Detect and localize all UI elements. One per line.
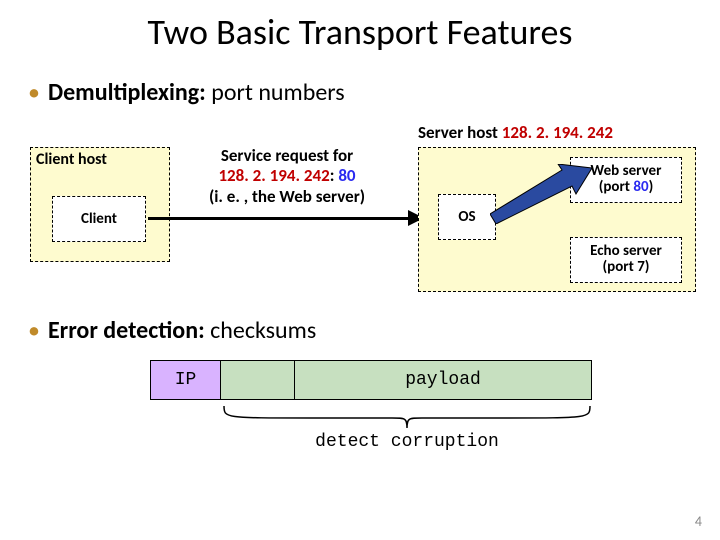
bullet-dot-icon: • [28, 316, 40, 345]
arrow-client-to-os-icon [148, 217, 422, 220]
echo-server-box: Echo server (port 7) [570, 237, 682, 283]
bullet-demux-tail: port numbers [206, 78, 345, 107]
slide-title: Two Basic Transport Features [0, 10, 720, 54]
service-request-text: Service request for 128. 2. 194. 242: 80… [182, 146, 392, 207]
packet-header-cell [221, 361, 295, 399]
bullet-error-lead: Error detection: [48, 316, 205, 345]
web-server-port: (port 80) [599, 180, 654, 196]
server-host-label: Server host 128. 2. 194. 242 [418, 122, 613, 143]
svc-line1: Service request for [221, 145, 353, 166]
svc-line3: (i. e. , the Web server) [209, 186, 365, 207]
bullet-demux: • Demultiplexing: port numbers [28, 78, 345, 107]
slide: Two Basic Transport Features • Demultiple… [0, 0, 720, 540]
packet-ip-cell: IP [151, 361, 221, 399]
packet-payload-cell: payload [295, 361, 591, 399]
bullet-demux-lead: Demultiplexing: [48, 78, 206, 107]
server-host-prefix: Server host [418, 122, 502, 143]
echo-server-port: (port 7) [603, 260, 650, 276]
svc-ip: 128. 2. 194. 242 [218, 165, 329, 186]
arrow-os-to-webserver-icon [490, 164, 592, 224]
bullet-error-tail: checksums [205, 316, 317, 345]
page-number: 4 [695, 513, 702, 530]
client-host-text: Client host [36, 150, 107, 169]
detect-corruption-label: detect corruption [220, 432, 594, 452]
client-box: Client [52, 196, 146, 242]
os-box: OS [438, 194, 496, 240]
server-host-ip: 128. 2. 194. 242 [502, 122, 613, 143]
brace-icon [222, 404, 592, 430]
packet-diagram: IP payload [150, 360, 592, 400]
svc-port: 80 [338, 165, 355, 186]
bullet-dot-icon: • [28, 78, 40, 107]
bullet-error: • Error detection: checksums [28, 316, 316, 345]
